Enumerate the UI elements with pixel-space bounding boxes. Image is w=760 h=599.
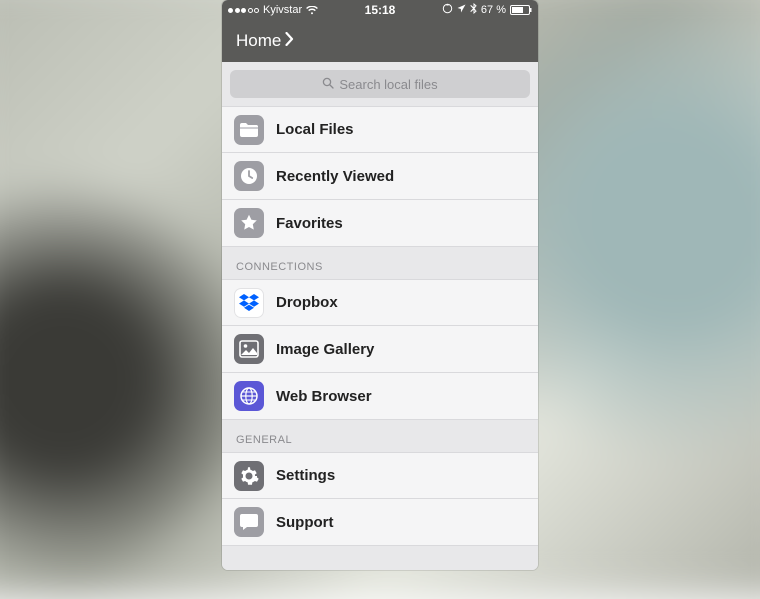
search-icon [322,77,334,92]
list-item[interactable]: Favorites [222,200,538,247]
list-item-label: Web Browser [276,388,372,405]
list-item[interactable]: Dropbox [222,279,538,326]
gear-icon [234,461,264,491]
status-bar: Kyivstar 15:18 67 % [222,0,538,20]
chevron-right-icon [285,31,294,51]
list-item[interactable]: Image Gallery [222,326,538,373]
list-item-label: Recently Viewed [276,168,394,185]
status-right: 67 % [442,3,532,17]
wifi-icon [306,6,318,15]
phone-frame: Kyivstar 15:18 67 % Home [222,0,538,570]
chat-icon [234,507,264,537]
nav-title[interactable]: Home [236,31,294,51]
list-item-label: Support [276,514,334,531]
status-time: 15:18 [365,3,396,17]
list-item-label: Image Gallery [276,341,374,358]
orientation-lock-icon [442,3,453,17]
list-item[interactable]: Local Files [222,106,538,153]
content-scroll[interactable]: Search local files Local Files Recently V… [222,62,538,570]
list-item[interactable]: Recently Viewed [222,153,538,200]
star-icon [234,208,264,238]
globe-icon [234,381,264,411]
nav-bar: Home [222,20,538,62]
status-left: Kyivstar [228,4,318,16]
list: Dropbox Image Gallery Web Browser [222,279,538,420]
battery-icon [510,5,532,15]
signal-strength-icon [228,8,259,13]
nav-title-label: Home [236,31,281,51]
search-input[interactable]: Search local files [230,70,530,98]
list-item-label: Dropbox [276,294,338,311]
list-item[interactable]: Settings [222,452,538,499]
location-icon [457,4,466,16]
list-item-label: Local Files [276,121,354,138]
list-item-label: Favorites [276,215,343,232]
folder-icon [234,115,264,145]
bluetooth-icon [470,3,477,17]
section-header: CONNECTIONS [222,247,538,279]
search-placeholder: Search local files [339,77,437,92]
clock-icon [234,161,264,191]
battery-pct: 67 % [481,4,506,16]
list-item[interactable]: Web Browser [222,373,538,420]
list: Local Files Recently Viewed Favorites [222,106,538,247]
list-item-label: Settings [276,467,335,484]
section-header: GENERAL [222,420,538,452]
list-item[interactable]: Support [222,499,538,546]
dropbox-icon [234,288,264,318]
list: Settings Support [222,452,538,546]
image-icon [234,334,264,364]
carrier-label: Kyivstar [263,4,302,16]
